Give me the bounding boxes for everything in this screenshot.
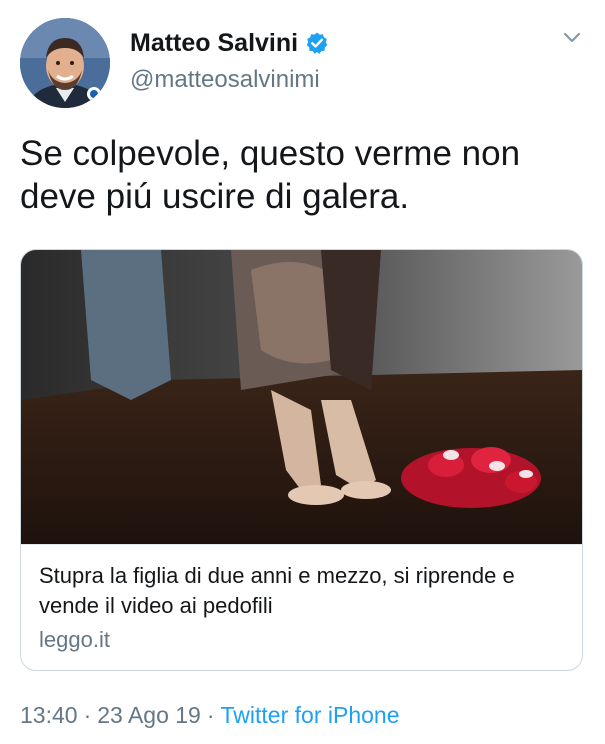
display-name[interactable]: Matteo Salvini	[130, 29, 298, 58]
card-title[interactable]: Stupra la figlia di due anni e mezzo, si…	[39, 561, 564, 621]
card-body[interactable]: Stupra la figlia di due anni e mezzo, si…	[21, 544, 582, 670]
user-handle[interactable]: @matteosalvinimi	[130, 66, 329, 94]
tweet-text: Se colpevole, questo verme non deve piú …	[20, 134, 521, 216]
verified-badge-icon	[305, 31, 329, 55]
tweet[interactable]: Matteo Salvini @matteosalvinimi Se colpe…	[0, 0, 605, 744]
display-name-row: Matteo Salvini	[130, 26, 329, 60]
meta-separator: ·	[206, 702, 215, 728]
chevron-down-icon[interactable]	[561, 26, 583, 48]
tweet-time[interactable]: 13:40	[20, 702, 78, 728]
meta-separator: ·	[83, 702, 92, 728]
tweet-source-link[interactable]: Twitter for iPhone	[221, 702, 400, 728]
link-card[interactable]: Stupra la figlia di due anni e mezzo, si…	[20, 249, 583, 671]
card-domain: leggo.it	[39, 627, 110, 652]
card-image[interactable]	[21, 250, 582, 544]
tweet-header: Matteo Salvini @matteosalvinimi	[20, 18, 585, 110]
user-names: Matteo Salvini @matteosalvinimi	[130, 26, 329, 94]
tweet-meta: 13:40 · 23 Ago 19 · Twitter for iPhone	[20, 702, 399, 729]
tweet-date[interactable]: 23 Ago 19	[97, 702, 201, 728]
avatar[interactable]	[20, 18, 110, 108]
